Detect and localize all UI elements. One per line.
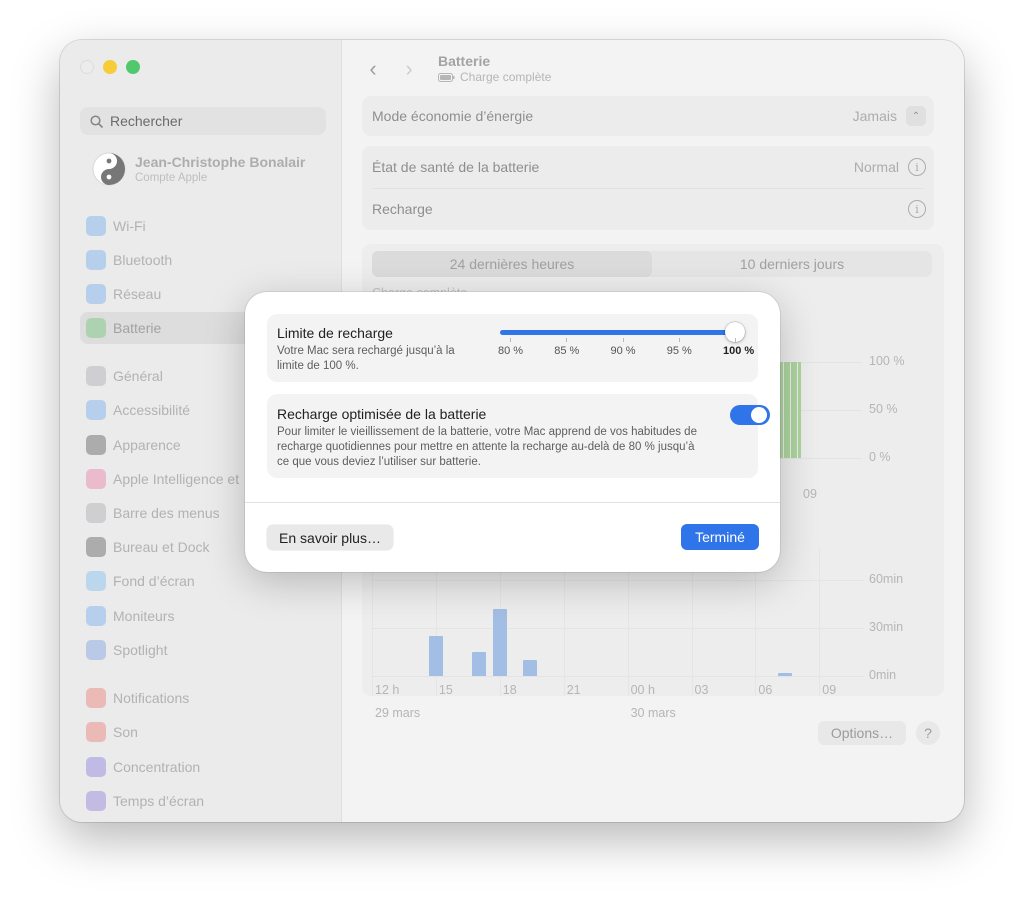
optimized-charging-description: Pour limiter le vieillissement de la bat…: [277, 426, 697, 468]
done-button[interactable]: Terminé: [681, 524, 759, 550]
optimized-charging-toggle[interactable]: [730, 405, 770, 425]
slider-track[interactable]: [500, 330, 745, 335]
sheet-separator: [245, 502, 780, 503]
slider-tick: [678, 338, 680, 342]
slider-tick: [735, 338, 736, 342]
screen: Rechercher Jean-Christophe Bonalair Comp…: [0, 0, 1024, 902]
slider-tick: [566, 338, 568, 342]
slider-tick-label: 100 %: [723, 345, 755, 357]
slider-tick-label: 95 %: [666, 345, 692, 357]
optimized-charging-card: Recharge optimisée de la batterie Pour l…: [267, 394, 770, 478]
slider-tick-label: 90 %: [610, 345, 636, 357]
slider-tick-label: 80 %: [498, 345, 524, 357]
slider-tick: [510, 338, 511, 342]
optimized-charging-title: Recharge optimisée de la batterie: [277, 406, 487, 422]
charge-limit-sheet: Limite de recharge Votre Mac sera rechar…: [245, 292, 780, 572]
charge-limit-description: Votre Mac sera rechargé jusqu’à la limit…: [277, 345, 455, 372]
learn-more-button[interactable]: En savoir plus…: [267, 525, 393, 550]
charge-limit-title: Limite de recharge: [277, 325, 393, 341]
slider-tick-label: 85 %: [554, 345, 580, 357]
toggle-knob: [751, 407, 767, 423]
charge-limit-card: Limite de recharge Votre Mac sera rechar…: [267, 314, 758, 382]
slider-tick: [622, 338, 624, 342]
